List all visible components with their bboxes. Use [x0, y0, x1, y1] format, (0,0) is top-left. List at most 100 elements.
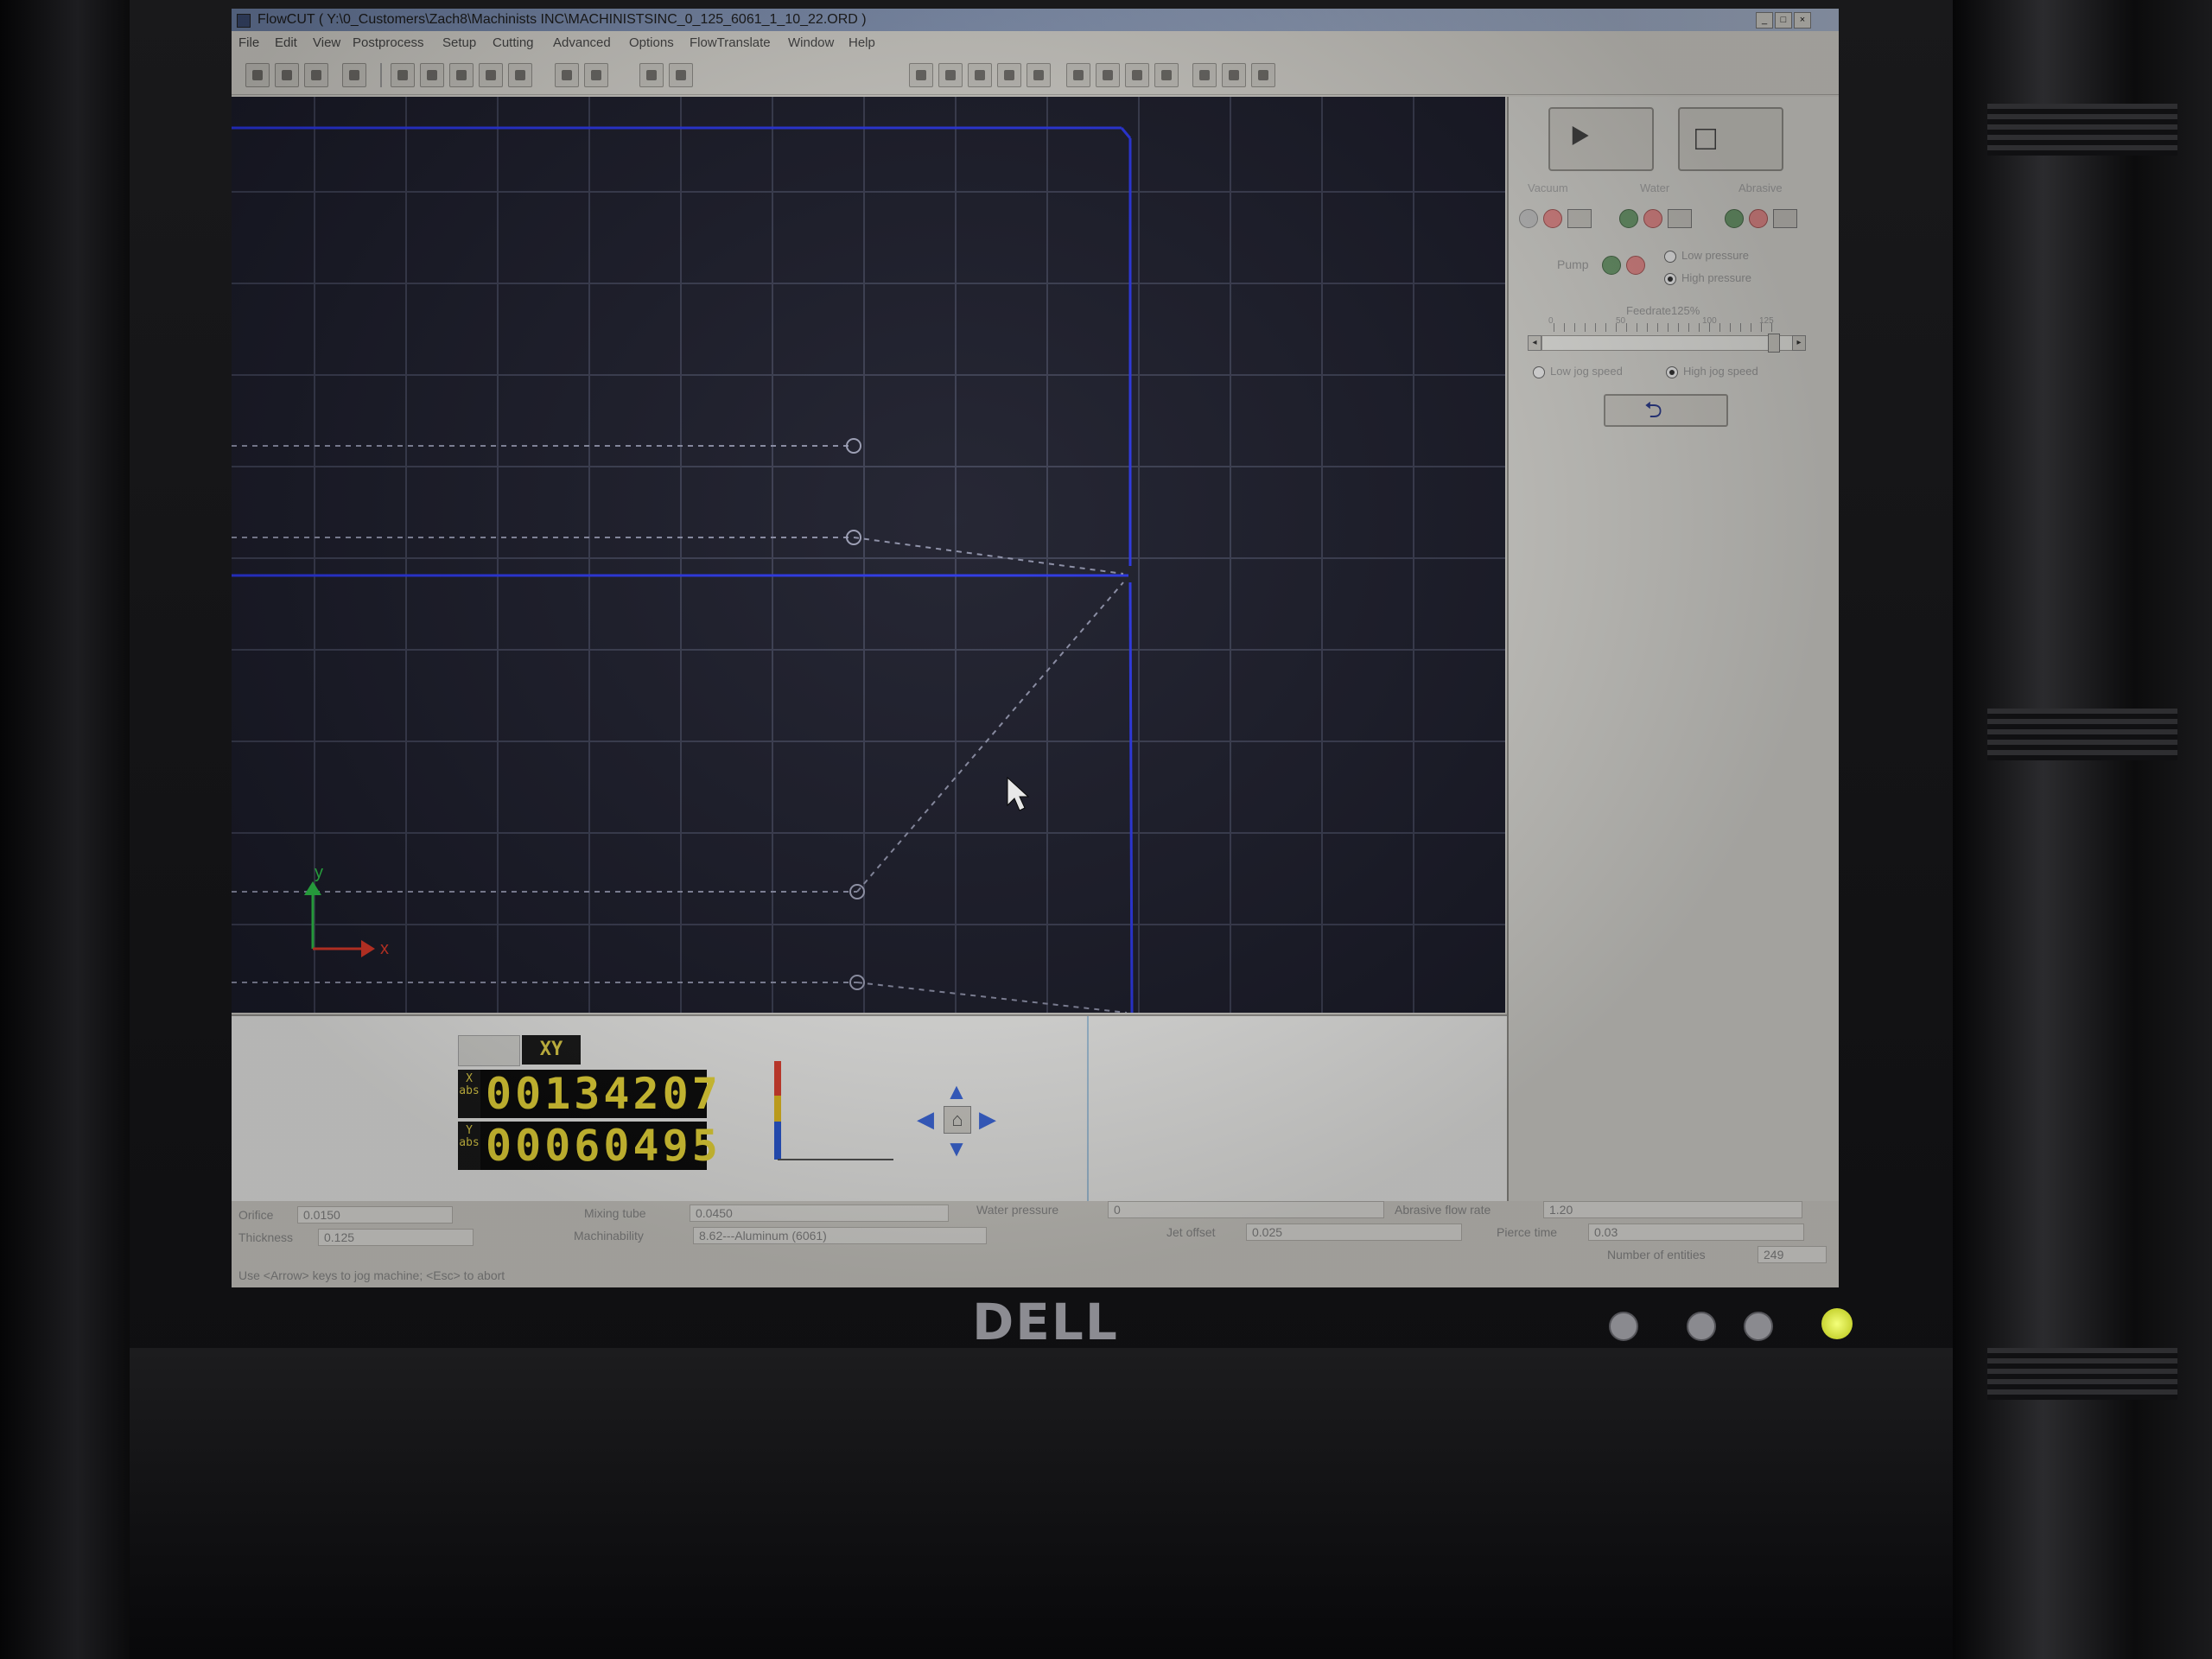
maximize-button[interactable]: □ [1775, 12, 1792, 29]
abrasive-monitor-icon[interactable] [1773, 209, 1797, 228]
open-file-button[interactable] [245, 63, 270, 87]
jog-down-button[interactable]: ▼ [944, 1135, 969, 1161]
monitor-input-button[interactable] [1609, 1312, 1638, 1341]
water-pressure-value: 0 [1108, 1201, 1384, 1218]
jet-offset-label: Jet offset [1166, 1225, 1216, 1239]
zoom-window-button[interactable] [997, 63, 1021, 87]
pierce-points [846, 438, 865, 990]
feedrate-increase-button[interactable]: ▸ [1792, 335, 1806, 351]
stop-cut-button[interactable]: □ [1678, 107, 1783, 171]
help-button[interactable] [342, 63, 366, 87]
title-bar: FlowCUT ( Y:\0_Customers\Zach8\Machinist… [232, 9, 1839, 31]
water-off-button[interactable] [1643, 209, 1662, 228]
zoom-out-button[interactable] [968, 63, 992, 87]
refresh-button[interactable] [1251, 63, 1275, 87]
menu-file[interactable]: File [238, 35, 259, 50]
tool-path-button[interactable] [1192, 63, 1217, 87]
menu-edit[interactable]: Edit [275, 35, 297, 50]
power-button[interactable] [1821, 1308, 1853, 1339]
abrasive-on-button[interactable] [1725, 209, 1744, 228]
menu-window[interactable]: Window [788, 35, 834, 50]
zoom-previous-button[interactable] [1066, 63, 1090, 87]
mixing-tube-value: 0.0450 [690, 1205, 949, 1222]
grid-toggle-button[interactable] [639, 63, 664, 87]
xy-mode-tab[interactable]: XY [522, 1035, 581, 1065]
orifice-value: 0.0150 [297, 1206, 453, 1224]
monitor-base [130, 1348, 1953, 1659]
pan-button[interactable] [909, 63, 933, 87]
high-pressure-radio[interactable] [1664, 273, 1676, 285]
water-on-button[interactable] [1619, 209, 1638, 228]
brand-logo: DELL [972, 1293, 1119, 1351]
abrasive-flow-value: 1.20 [1543, 1201, 1802, 1218]
menu-flowtranslate[interactable]: FlowTranslate [690, 35, 771, 50]
menu-advanced[interactable]: Advanced [553, 35, 611, 50]
minimize-button[interactable]: _ [1756, 12, 1773, 29]
home-icon[interactable]: ⌂ [944, 1106, 971, 1134]
pointer-tool-button[interactable] [420, 63, 444, 87]
water-pressure-label: Water pressure [976, 1203, 1059, 1217]
start-cut-button[interactable]: ⯈ [1548, 107, 1654, 171]
low-jog-radio[interactable] [1533, 366, 1545, 378]
menu-help[interactable]: Help [849, 35, 875, 50]
abrasive-off-button[interactable] [1749, 209, 1768, 228]
zoom-all-button[interactable] [1125, 63, 1149, 87]
jog-up-button[interactable]: ▲ [944, 1078, 969, 1104]
zoom-extents-button[interactable] [1096, 63, 1120, 87]
menu-setup[interactable]: Setup [442, 35, 476, 50]
high-jog-radio[interactable] [1666, 366, 1678, 378]
close-button[interactable]: × [1794, 12, 1811, 29]
blank-tool-button[interactable] [1222, 63, 1246, 87]
snap-button[interactable] [669, 63, 693, 87]
vacuum-off-button[interactable] [1543, 209, 1562, 228]
pump-on-button[interactable] [1602, 256, 1621, 275]
low-pressure-radio[interactable] [1664, 251, 1676, 263]
jog-left-button[interactable]: ◀ [912, 1106, 938, 1132]
mouse-cursor-icon [1007, 776, 1030, 811]
entities-value: 249 [1758, 1246, 1827, 1263]
split-view-button[interactable] [584, 63, 608, 87]
pump-off-button[interactable] [1626, 256, 1645, 275]
window-title: FlowCUT ( Y:\0_Customers\Zach8\Machinist… [257, 12, 867, 27]
vacuum-monitor-icon[interactable] [1567, 209, 1592, 228]
toolbar-separator [380, 63, 382, 87]
feedrate-slider[interactable] [1541, 335, 1794, 351]
monitor-adjust-button[interactable] [1744, 1312, 1773, 1341]
menu-postprocess[interactable]: Postprocess [353, 35, 424, 50]
jog-right-button[interactable]: ▶ [975, 1106, 1001, 1132]
frame-band [1987, 1348, 2177, 1400]
water-monitor-icon[interactable] [1668, 209, 1692, 228]
panel-divider [1087, 1016, 1089, 1201]
select-tool-button[interactable] [391, 63, 415, 87]
abrasive-label: Abrasive [1738, 181, 1783, 194]
return-button[interactable]: ⮌ [1604, 394, 1728, 427]
zoom-in-button[interactable] [938, 63, 963, 87]
machinability-label: Machinability [574, 1229, 644, 1243]
tool-tab[interactable] [458, 1035, 520, 1066]
redraw-button[interactable] [1154, 63, 1179, 87]
trim-tool-button[interactable] [508, 63, 532, 87]
feedrate-slider-thumb[interactable] [1768, 334, 1780, 353]
x-axis-tag: X abs [458, 1070, 480, 1118]
monitor-menu-button[interactable] [1687, 1312, 1716, 1341]
machine-control-panel: ⯈ □ Vacuum Water Abrasive Pump Low press… [1507, 97, 1839, 1201]
zoom-fit-button[interactable] [1027, 63, 1051, 87]
drawing-canvas[interactable]: y x [232, 97, 1505, 1013]
menu-view[interactable]: View [313, 35, 340, 50]
feedrate-tick-label: 100 [1702, 316, 1717, 326]
axis-y-label: y [315, 863, 323, 882]
machinability-value: 8.62---Aluminum (6061) [693, 1227, 987, 1244]
app-icon [237, 14, 251, 28]
window-layout-button[interactable] [555, 63, 579, 87]
feedrate-decrease-button[interactable]: ◂ [1528, 335, 1541, 351]
menu-cutting[interactable]: Cutting [493, 35, 534, 50]
menu-options[interactable]: Options [629, 35, 674, 50]
vacuum-on-button[interactable] [1519, 209, 1538, 228]
pump-label: Pump [1557, 257, 1589, 271]
y-axis-tag: Y abs [458, 1122, 480, 1170]
low-pressure-label: Low pressure [1681, 249, 1750, 262]
edit-tool-button[interactable] [449, 63, 474, 87]
save-button[interactable] [275, 63, 299, 87]
move-tool-button[interactable] [479, 63, 503, 87]
print-button[interactable] [304, 63, 328, 87]
